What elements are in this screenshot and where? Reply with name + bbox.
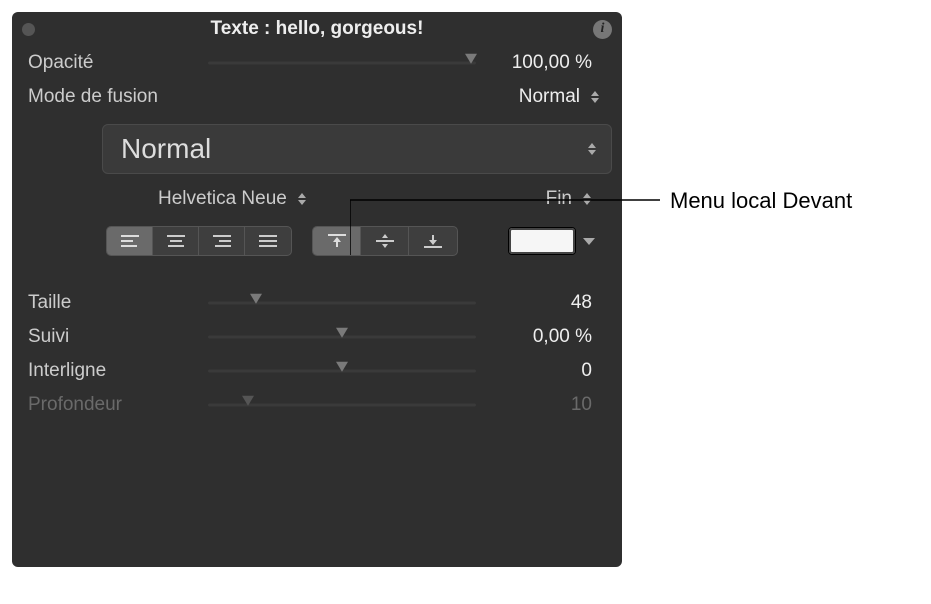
- info-icon[interactable]: i: [593, 20, 612, 39]
- chevron-updown-icon: [297, 192, 307, 206]
- chevron-updown-icon: [587, 142, 597, 156]
- align-left-button[interactable]: [107, 227, 153, 255]
- leading-label: Interligne: [28, 360, 208, 382]
- font-family-dropdown[interactable]: Helvetica Neue: [158, 188, 307, 210]
- opacity-row: Opacité 100,00 %: [12, 46, 622, 80]
- font-weight-value: Fin: [546, 188, 572, 210]
- formatting-toolbar: [12, 216, 622, 266]
- depth-row: Profondeur 10: [12, 388, 622, 422]
- align-justify-button[interactable]: [245, 227, 291, 255]
- font-row: Helvetica Neue Fin: [12, 182, 622, 216]
- text-inspector-panel: Texte : hello, gorgeous! i Opacité 100,0…: [12, 12, 622, 567]
- font-family-value: Helvetica Neue: [158, 188, 287, 210]
- opacity-label: Opacité: [28, 52, 208, 74]
- depth-slider: [208, 397, 476, 413]
- valign-middle-button[interactable]: [361, 227, 409, 255]
- vertical-align-group: [312, 226, 458, 256]
- preset-value: Normal: [121, 133, 211, 165]
- leading-value[interactable]: 0: [476, 360, 606, 382]
- tracking-label: Suivi: [28, 326, 208, 348]
- blend-mode-value: Normal: [519, 86, 580, 108]
- depth-label: Profondeur: [28, 394, 208, 416]
- color-options-dropdown[interactable]: [582, 236, 596, 246]
- callout-label: Menu local Devant: [670, 188, 852, 214]
- blend-mode-dropdown[interactable]: Normal: [519, 86, 600, 108]
- font-weight-dropdown[interactable]: Fin: [546, 188, 592, 210]
- text-color-well[interactable]: [508, 227, 576, 255]
- titlebar: Texte : hello, gorgeous! i: [12, 12, 622, 46]
- preset-row: Normal: [12, 114, 622, 182]
- chevron-updown-icon: [590, 90, 600, 104]
- opacity-value[interactable]: 100,00 %: [476, 52, 606, 74]
- valign-bottom-button[interactable]: [409, 227, 457, 255]
- opacity-slider[interactable]: [208, 55, 476, 71]
- align-center-button[interactable]: [153, 227, 199, 255]
- size-value[interactable]: 48: [476, 292, 606, 314]
- close-button[interactable]: [22, 23, 35, 36]
- depth-value: 10: [476, 394, 606, 416]
- tracking-slider[interactable]: [208, 329, 476, 345]
- preset-dropdown[interactable]: Normal: [102, 124, 612, 174]
- blend-mode-row: Mode de fusion Normal: [12, 80, 622, 114]
- horizontal-align-group: [106, 226, 292, 256]
- tracking-row: Suivi 0,00 %: [12, 320, 622, 354]
- blend-mode-label: Mode de fusion: [28, 86, 208, 108]
- leading-row: Interligne 0: [12, 354, 622, 388]
- align-right-button[interactable]: [199, 227, 245, 255]
- chevron-updown-icon: [582, 192, 592, 206]
- size-label: Taille: [28, 292, 208, 314]
- leading-slider[interactable]: [208, 363, 476, 379]
- size-row: Taille 48: [12, 286, 622, 320]
- panel-title: Texte : hello, gorgeous!: [12, 18, 622, 40]
- valign-top-button[interactable]: [313, 227, 361, 255]
- tracking-value[interactable]: 0,00 %: [476, 326, 606, 348]
- size-slider[interactable]: [208, 295, 476, 311]
